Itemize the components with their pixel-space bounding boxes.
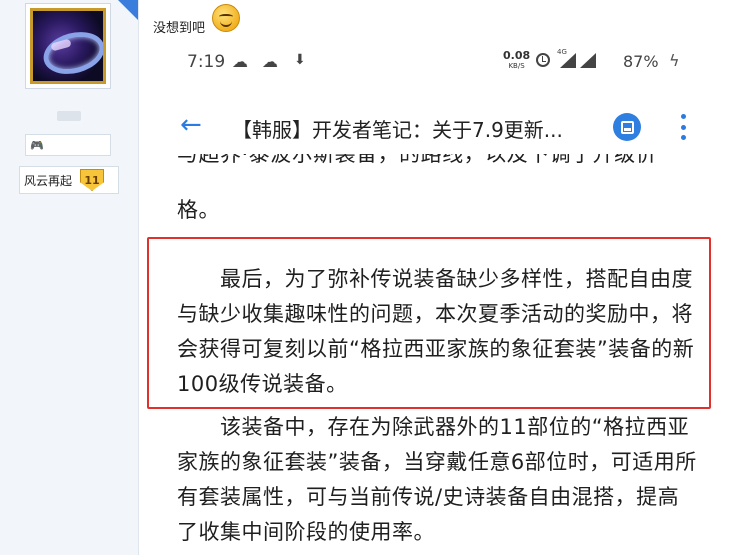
clipped-text-line: 与超界·泰波尔斯装备，的路线，以及下调了升级价 [177,154,702,176]
wechat-icon: ☁ [262,52,278,71]
rank-label: 风云再起 [24,173,73,188]
image-icon [620,120,634,134]
user-rank: 风云再起 11 [19,166,119,194]
wechat-icon: ☁ [232,52,248,71]
image-button[interactable] [613,113,641,141]
more-menu-icon[interactable] [680,114,686,140]
status-time: 7:19 [187,52,226,72]
battery-level: 87% [623,52,659,71]
net-speed-unit: KB/S [508,62,525,70]
post-caption: 没想到吧 [153,21,206,36]
clipped-text: 与超界·泰波尔斯装备，的路线，以及下调了升级价 [177,154,658,166]
medal-box: 🎮 [25,134,111,156]
alarm-icon [536,53,550,67]
gamepad-medal-icon: 🎮 [30,139,44,152]
back-arrow-icon[interactable]: ← [180,112,202,138]
ring-item-image [30,8,106,84]
paragraph-tail: 格。 [177,198,220,222]
smile-emoji-icon [212,4,240,32]
highlighted-paragraph: 最后，为了弥补传说装备缺少多样性，搭配自由度与缺少收集趣味性的问题，本次夏季活动… [177,267,695,396]
signal-icon [580,53,596,68]
charging-icon: ϟ [669,51,680,70]
download-icon: ⬇ [294,52,306,68]
username-placeholder [57,111,81,121]
paragraph: 该装备中，存在为除武器外的11部位的“格拉西亚家族的象征套装”装备，当穿戴任意6… [177,415,697,544]
forum-user-panel: 🎮 风云再起 11 [0,0,139,555]
rank-level-badge: 11 [80,169,105,191]
net-speed: 0.08 KB/S [503,50,530,71]
user-avatar[interactable] [25,3,111,89]
signal-icon [560,53,576,68]
article-title: 【韩服】开发者笔记：关于7.9更新... [232,118,563,142]
